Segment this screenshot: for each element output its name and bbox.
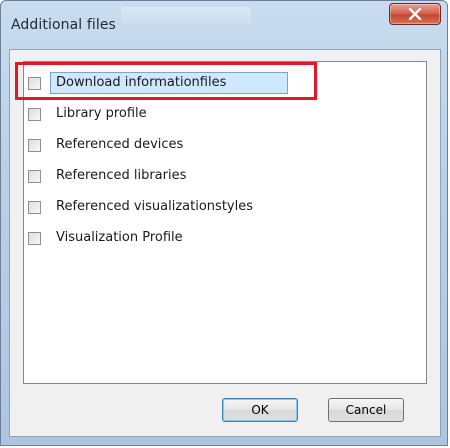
- list-item-label: Referenced libraries: [56, 168, 187, 183]
- checkbox[interactable]: [28, 139, 41, 152]
- dialog-title: Additional files: [11, 17, 116, 33]
- additional-files-dialog: Additional files Download informationfil…: [0, 0, 448, 446]
- list-item-label: Referenced visualizationstyles: [56, 199, 253, 214]
- list-item-label: Download informationfiles: [56, 75, 227, 90]
- checkbox[interactable]: [28, 170, 41, 183]
- checkbox[interactable]: [28, 77, 41, 90]
- list-item-label: Library profile: [56, 106, 147, 121]
- files-checklist[interactable]: Download informationfiles Library profil…: [23, 61, 427, 384]
- checkbox[interactable]: [28, 232, 41, 245]
- title-bar[interactable]: Additional files: [1, 1, 447, 33]
- list-item-referenced-visualization-styles[interactable]: Referenced visualizationstyles: [24, 198, 324, 220]
- list-item-download-information-files[interactable]: Download informationfiles: [24, 72, 324, 96]
- ok-button[interactable]: OK: [222, 398, 298, 422]
- checkbox[interactable]: [28, 201, 41, 214]
- dialog-content: Download informationfiles Library profil…: [9, 49, 441, 437]
- checkbox[interactable]: [28, 108, 41, 121]
- close-icon: [408, 8, 422, 20]
- list-item-label: Visualization Profile: [56, 230, 183, 245]
- list-item-visualization-profile[interactable]: Visualization Profile: [24, 229, 324, 251]
- list-item-library-profile[interactable]: Library profile: [24, 105, 324, 127]
- cancel-button[interactable]: Cancel: [328, 398, 404, 422]
- list-item-referenced-devices[interactable]: Referenced devices: [24, 136, 324, 158]
- list-item-referenced-libraries[interactable]: Referenced libraries: [24, 167, 324, 189]
- close-button[interactable]: [389, 3, 441, 25]
- title-bar-glare: [121, 7, 251, 25]
- list-item-label: Referenced devices: [56, 137, 184, 152]
